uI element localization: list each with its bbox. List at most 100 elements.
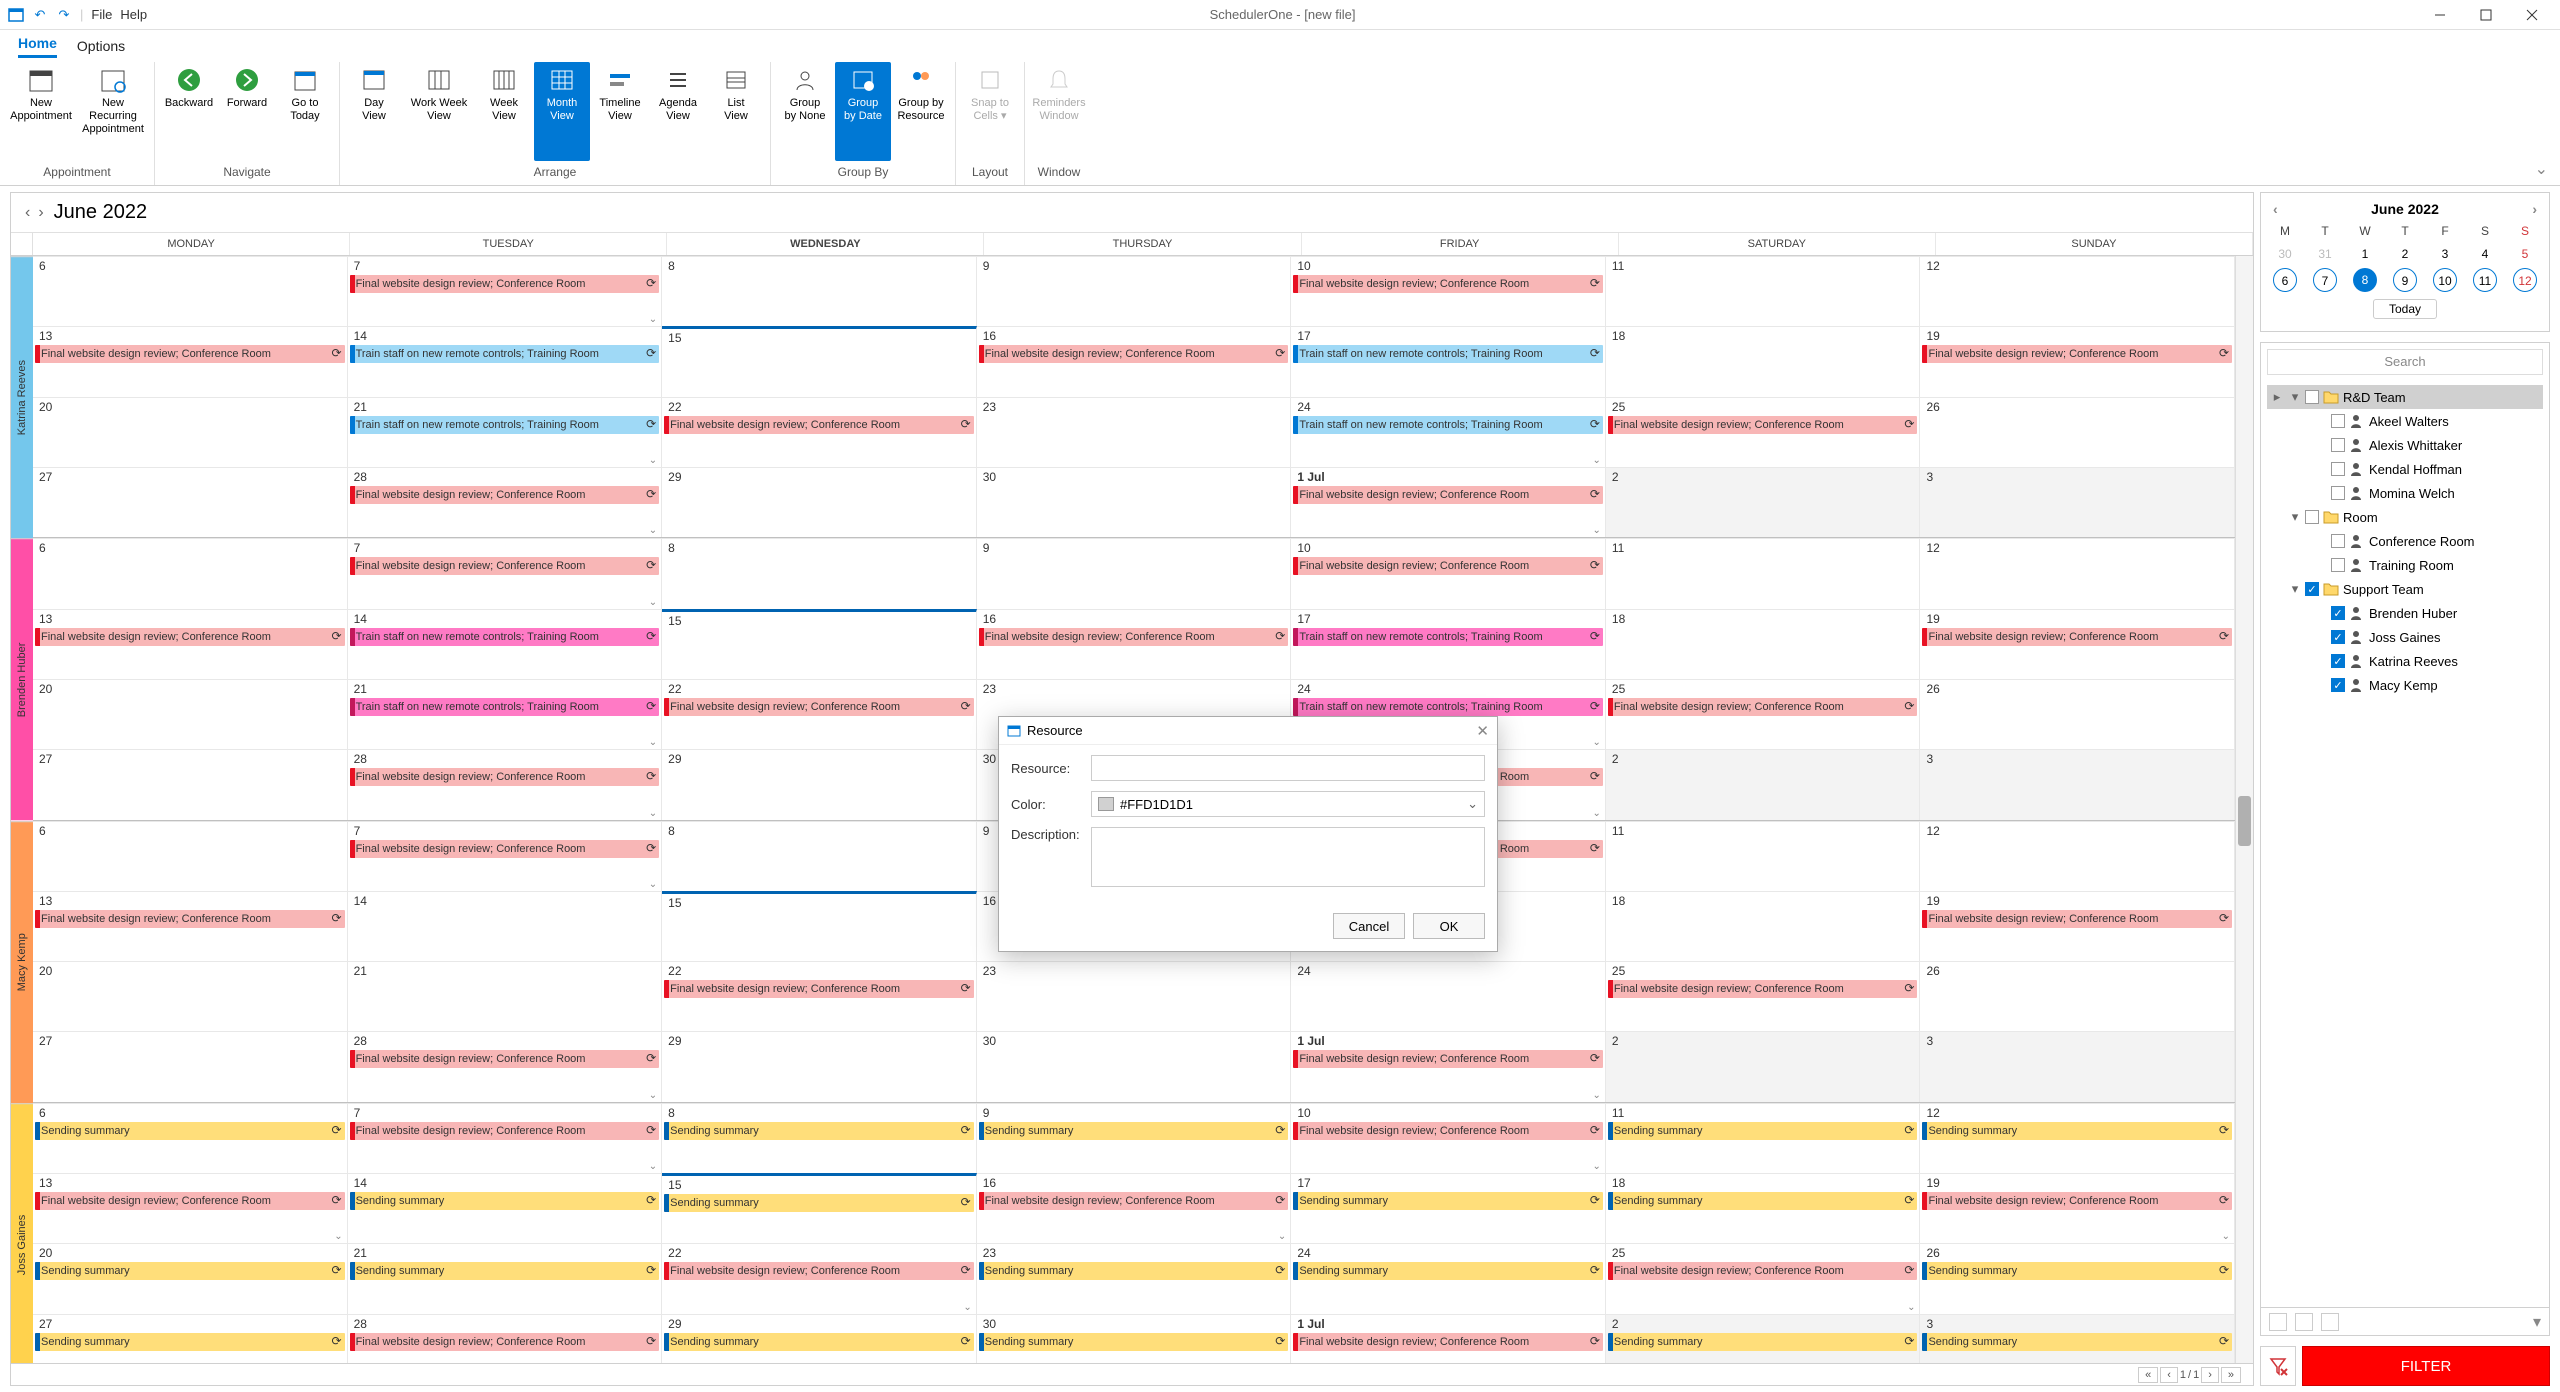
appointment[interactable]: Final website design review; Conference … (1922, 1192, 2232, 1210)
calendar-cell[interactable]: 30 (977, 1031, 1292, 1101)
appointment[interactable]: Final website design review; Conference … (35, 910, 345, 928)
calendar-cell[interactable]: 20Sending summary⟳ (33, 1243, 348, 1313)
calendar-cell[interactable]: 7Final website design review; Conference… (348, 256, 663, 326)
appointment[interactable]: Final website design review; Conference … (350, 486, 660, 504)
appointment[interactable]: Train staff on new remote controls; Trai… (350, 628, 660, 646)
show-more-icon[interactable]: ⌄ (1278, 1231, 1286, 1242)
appointment[interactable]: Final website design review; Conference … (1608, 1262, 1918, 1280)
calendar-cell[interactable]: 14 (348, 891, 663, 961)
prev-page-button[interactable]: ‹ (2160, 1367, 2178, 1383)
appointment[interactable]: Train staff on new remote controls; Trai… (350, 345, 660, 363)
calendar-cell[interactable]: 12 (1920, 256, 2235, 326)
calendar-cell[interactable]: 28Final website design review; Conferenc… (348, 467, 663, 537)
mini-calendar-grid[interactable]: MTW TFS S 30 31 1 2 3 4 5 6 7 8 9 (2265, 221, 2545, 293)
undo-icon[interactable]: ↶ (32, 7, 48, 23)
calendar-cell[interactable]: 24Sending summary⟳ (1291, 1243, 1606, 1313)
calendar-cell[interactable]: 25Final website design review; Conferenc… (1606, 1243, 1921, 1313)
appointment[interactable]: Final website design review; Conference … (979, 345, 1289, 363)
checkbox[interactable]: ✓ (2331, 678, 2345, 692)
show-more-icon[interactable]: ⌄ (649, 455, 657, 466)
appointment[interactable]: Sending summary⟳ (664, 1122, 974, 1140)
appointment[interactable]: Final website design review; Conference … (1293, 275, 1603, 293)
snap-to-cells-button[interactable]: Snap to Cells ▾ (962, 62, 1018, 161)
calendar-cell[interactable]: 29 (662, 467, 977, 537)
checkbox[interactable] (2331, 486, 2345, 500)
calendar-cell[interactable]: 14Sending summary⟳ (348, 1173, 663, 1243)
show-more-icon[interactable]: ⌄ (334, 1231, 342, 1242)
show-more-icon[interactable]: ⌄ (649, 314, 657, 325)
show-more-icon[interactable]: ⌄ (1593, 525, 1601, 536)
group-by-none-button[interactable]: Group by None (777, 62, 833, 161)
calendar-cell[interactable]: 1 JulFinal website design review; Confer… (1291, 1031, 1606, 1101)
show-more-icon[interactable]: ⌄ (1593, 455, 1601, 466)
calendar-cell[interactable]: 16Final website design review; Conferenc… (977, 1173, 1292, 1243)
appointment[interactable]: Sending summary⟳ (35, 1122, 345, 1140)
appointment[interactable]: Sending summary⟳ (1608, 1333, 1918, 1351)
mini-next-button[interactable]: › (2532, 201, 2537, 217)
calendar-cell[interactable]: 15 (662, 326, 977, 396)
show-more-icon[interactable]: ⌄ (649, 1090, 657, 1101)
appointment[interactable]: Final website design review; Conference … (1608, 980, 1918, 998)
calendar-cell[interactable]: 21Train staff on new remote controls; Tr… (348, 679, 663, 749)
show-more-icon[interactable]: ⌄ (649, 808, 657, 819)
appointment[interactable]: Sending summary⟳ (1922, 1122, 2232, 1140)
calendar-cell[interactable]: 7Final website design review; Conference… (348, 538, 663, 608)
resource-name-input[interactable] (1091, 755, 1485, 781)
calendar-cell[interactable]: 2 (1606, 1031, 1921, 1101)
calendar-cell[interactable]: 12Sending summary⟳ (1920, 1103, 2235, 1173)
goto-today-button[interactable]: Go to Today (277, 62, 333, 161)
appointment[interactable]: Final website design review; Conference … (1922, 910, 2232, 928)
calendar-cell[interactable]: 11 (1606, 538, 1921, 608)
calendar-cell[interactable]: 17Train staff on new remote controls; Tr… (1291, 609, 1606, 679)
tree-edit-button[interactable] (2295, 1313, 2313, 1331)
agenda-view-button[interactable]: Agenda View (650, 62, 706, 161)
calendar-cell[interactable]: 27 (33, 1031, 348, 1101)
calendar-cell[interactable]: 19Final website design review; Conferenc… (1920, 326, 2235, 396)
calendar-cell[interactable]: 15 (662, 891, 977, 961)
show-more-icon[interactable]: ⌄ (963, 1302, 971, 1313)
calendar-cell[interactable]: 25Final website design review; Conferenc… (1606, 961, 1921, 1031)
calendar-cell[interactable]: 11 (1606, 256, 1921, 326)
calendar-cell[interactable]: 21Sending summary⟳ (348, 1243, 663, 1313)
appointment[interactable]: Train staff on new remote controls; Trai… (1293, 345, 1603, 363)
next-page-button[interactable]: › (2201, 1367, 2219, 1383)
tree-group-room[interactable]: ▾Room (2267, 505, 2543, 529)
calendar-cell[interactable]: 2 (1606, 749, 1921, 819)
calendar-cell[interactable]: 9Sending summary⟳ (977, 1103, 1292, 1173)
maximize-button[interactable] (2464, 0, 2508, 30)
calendar-cell[interactable]: 20 (33, 679, 348, 749)
calendar-cell[interactable]: 6 (33, 821, 348, 891)
resource-search-input[interactable]: Search (2267, 349, 2543, 375)
calendar-cell[interactable]: 24Train staff on new remote controls; Tr… (1291, 397, 1606, 467)
appointment[interactable]: Final website design review; Conference … (664, 698, 974, 716)
show-more-icon[interactable]: ⌄ (1593, 1090, 1601, 1101)
calendar-cell[interactable]: 13Final website design review; Conferenc… (33, 609, 348, 679)
calendar-cell[interactable]: 21 (348, 961, 663, 1031)
calendar-cell[interactable]: 13Final website design review; Conferenc… (33, 326, 348, 396)
backward-button[interactable]: Backward (161, 62, 217, 161)
calendar-cell[interactable]: 17Train staff on new remote controls; Tr… (1291, 326, 1606, 396)
checkbox[interactable] (2331, 462, 2345, 476)
calendar-cell[interactable]: 17Sending summary⟳ (1291, 1173, 1606, 1243)
new-recurring-appointment-button[interactable]: New Recurring Appointment (78, 62, 148, 161)
checkbox[interactable] (2331, 438, 2345, 452)
calendar-cell[interactable]: 26Sending summary⟳ (1920, 1243, 2235, 1313)
resource-strip[interactable]: Brenden Huber (11, 538, 33, 820)
calendar-cell[interactable]: 8Sending summary⟳ (662, 1103, 977, 1173)
calendar-cell[interactable]: 6Sending summary⟳ (33, 1103, 348, 1173)
appointment[interactable]: Final website design review; Conference … (350, 275, 660, 293)
next-month-button[interactable]: › (38, 204, 43, 222)
color-picker-dropdown[interactable]: #FFD1D1D1 ⌄ (1091, 791, 1485, 817)
calendar-cell[interactable]: 28Final website design review; Conferenc… (348, 1031, 663, 1101)
checkbox[interactable] (2305, 510, 2319, 524)
calendar-cell[interactable]: 11 (1606, 821, 1921, 891)
new-appointment-button[interactable]: New Appointment (6, 62, 76, 161)
show-more-icon[interactable]: ⌄ (649, 597, 657, 608)
redo-icon[interactable]: ↷ (56, 7, 72, 23)
appointment[interactable]: Final website design review; Conference … (350, 1122, 660, 1140)
calendar-cell[interactable]: 3 (1920, 467, 2235, 537)
appointment[interactable]: Final website design review; Conference … (664, 1262, 974, 1280)
calendar-cell[interactable]: 8 (662, 256, 977, 326)
close-button[interactable] (2510, 0, 2554, 30)
day-view-button[interactable]: Day View (346, 62, 402, 161)
